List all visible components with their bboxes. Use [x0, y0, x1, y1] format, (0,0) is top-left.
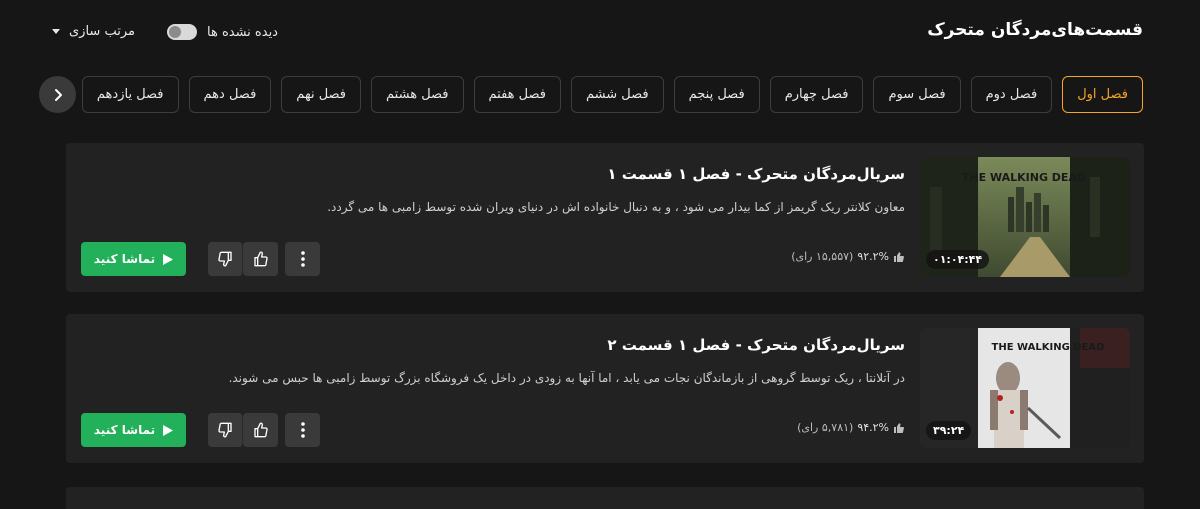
episode-card: [66, 487, 1144, 509]
duration-badge: ۳۹:۲۴: [926, 421, 972, 440]
thumb-up-icon: [253, 251, 268, 267]
tab-season-9[interactable]: فصل نهم: [281, 76, 362, 113]
episode-description: در آتلانتا ، ریک توسط گروهی از بازماندگا…: [228, 371, 905, 385]
tab-season-11[interactable]: فصل یازدهم: [81, 76, 179, 113]
sort-label: مرتب سازی: [69, 24, 135, 39]
tab-season-5[interactable]: فصل پنجم: [673, 76, 760, 113]
sort-dropdown[interactable]: مرتب سازی: [52, 24, 135, 39]
tab-season-1[interactable]: فصل اول: [1062, 76, 1143, 113]
toggle-switch[interactable]: [167, 24, 197, 40]
more-options-button[interactable]: [285, 242, 320, 276]
unseen-filter-label: دیده نشده ها: [207, 24, 278, 40]
thumb-up-icon: [253, 422, 268, 438]
rating-percent: ۹۲.۲%: [857, 250, 889, 263]
episode-rating: ۹۴.۲% (۵,۷۸۱ رای): [797, 421, 905, 434]
unseen-filter-toggle[interactable]: دیده نشده ها: [167, 24, 278, 40]
episode-card: THE WALKING DEAD ۳۹:۲۴ سریال‌مردگان متحر…: [66, 314, 1144, 463]
page-title: قسمت‌های‌مردگان متحرک: [927, 20, 1143, 40]
watch-button[interactable]: تماشا کنید: [81, 413, 186, 447]
episode-thumbnail[interactable]: THE WALKING DEAD ۳۹:۲۴: [920, 328, 1130, 448]
rating-percent: ۹۴.۲%: [857, 421, 889, 434]
tab-season-8[interactable]: فصل هشتم: [371, 76, 464, 113]
more-vertical-icon: [300, 422, 305, 438]
tab-season-4[interactable]: فصل چهارم: [769, 76, 864, 113]
watch-button[interactable]: تماشا کنید: [81, 242, 186, 276]
thumb-down-icon: [218, 251, 232, 267]
caret-down-icon: [52, 29, 60, 34]
like-button[interactable]: [243, 413, 278, 447]
watch-label: تماشا کنید: [93, 423, 156, 437]
dislike-button[interactable]: [208, 413, 243, 447]
more-options-button[interactable]: [285, 413, 320, 447]
tab-season-3[interactable]: فصل سوم: [873, 76, 961, 113]
tab-season-6[interactable]: فصل ششم: [571, 76, 664, 113]
vote-count: (۱۵,۵۵۷ رای): [791, 250, 854, 263]
header: قسمت‌های‌مردگان متحرک دیده نشده ها مرتب …: [0, 0, 1200, 66]
play-icon: [163, 424, 174, 436]
thumb-up-icon: [894, 251, 904, 262]
episode-card: THE WALKING DEAD ۰۱:۰۴:۴۴ سریال‌مردگان م…: [66, 143, 1144, 292]
tab-season-7[interactable]: فصل هفتم: [473, 76, 562, 113]
poster-title: THE WALKING DEAD: [992, 342, 1105, 353]
thumb-down-icon: [218, 422, 232, 438]
poster-title: THE WALKING DEAD: [962, 171, 1086, 184]
episode-description: معاون کلانتر ریک گریمز از کما بیدار می ش…: [327, 200, 905, 214]
like-button[interactable]: [243, 242, 278, 276]
scroll-seasons-button[interactable]: [39, 76, 76, 113]
thumb-up-icon: [894, 422, 904, 433]
more-vertical-icon: [300, 251, 305, 267]
episode-rating: ۹۲.۲% (۱۵,۵۵۷ رای): [791, 250, 905, 263]
episode-title[interactable]: سریال‌مردگان متحرک - فصل ۱ قسمت ۱: [607, 165, 905, 183]
play-icon: [163, 253, 174, 265]
watch-label: تماشا کنید: [93, 252, 156, 266]
vote-count: (۵,۷۸۱ رای): [797, 421, 854, 434]
chevron-right-icon: [54, 88, 62, 101]
toggle-knob: [169, 26, 181, 38]
tab-season-10[interactable]: فصل دهم: [188, 76, 272, 113]
tab-season-2[interactable]: فصل دوم: [970, 76, 1053, 113]
episode-title[interactable]: سریال‌مردگان متحرک - فصل ۱ قسمت ۲: [607, 336, 905, 354]
dislike-button[interactable]: [208, 242, 243, 276]
season-tabs: فصل اول فصل دوم فصل سوم فصل چهارم فصل پن…: [81, 76, 1143, 113]
duration-badge: ۰۱:۰۴:۴۴: [926, 250, 990, 269]
episode-thumbnail[interactable]: THE WALKING DEAD ۰۱:۰۴:۴۴: [920, 157, 1130, 277]
